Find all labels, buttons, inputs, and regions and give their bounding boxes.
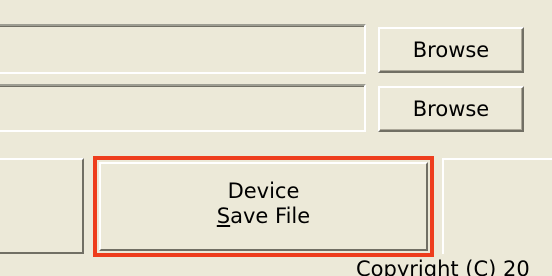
- device-save-file-button[interactable]: Device Save File: [99, 162, 428, 251]
- browse-button-2[interactable]: Browse: [378, 86, 524, 132]
- device-save-file-line-2-rest: ave File: [230, 203, 311, 228]
- file-path-field-1[interactable]: [0, 24, 366, 74]
- browse-button-2-label: Browse: [412, 97, 490, 121]
- left-action-button[interactable]: [0, 158, 84, 254]
- file-path-field-2[interactable]: [0, 84, 366, 132]
- mnemonic-underline: S: [216, 203, 231, 228]
- copyright-text: Copyright (C) 20: [356, 257, 530, 276]
- device-save-file-line-2: Save File: [217, 204, 310, 229]
- dialog-window: Browse Browse Device Save File Copyright…: [0, 0, 552, 276]
- browse-button-1[interactable]: Browse: [378, 27, 524, 73]
- device-save-file-line-1: Device: [227, 178, 300, 203]
- browse-button-1-label: Browse: [412, 38, 490, 62]
- right-action-button[interactable]: [442, 158, 552, 254]
